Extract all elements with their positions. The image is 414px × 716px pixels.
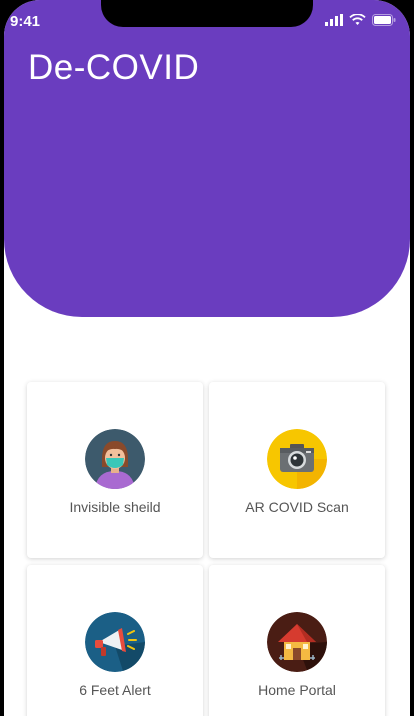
card-label: Home Portal bbox=[258, 682, 336, 698]
card-home-portal[interactable]: Home Portal bbox=[209, 565, 385, 716]
card-invisible-sheild[interactable]: Invisible sheild bbox=[27, 382, 203, 558]
card-label: AR COVID Scan bbox=[245, 499, 349, 515]
status-icons bbox=[325, 14, 396, 26]
status-time: 9:41 bbox=[10, 13, 41, 30]
signal-icon bbox=[325, 14, 343, 26]
card-label: 6 Feet Alert bbox=[79, 682, 151, 698]
battery-icon bbox=[372, 14, 396, 26]
wifi-icon bbox=[349, 14, 366, 25]
card-label: Invisible sheild bbox=[69, 499, 161, 515]
card-6-feet-alert[interactable]: 6 Feet Alert bbox=[27, 565, 203, 716]
megaphone-icon bbox=[85, 612, 145, 672]
app-title: De-COVID bbox=[28, 48, 200, 87]
camera-icon bbox=[267, 429, 327, 489]
device-notch bbox=[101, 0, 313, 27]
house-icon bbox=[267, 612, 327, 672]
card-ar-covid-scan[interactable]: AR COVID Scan bbox=[209, 382, 385, 558]
app-header: De-COVID bbox=[4, 0, 410, 317]
phone-screen: De-COVID 9:41 Invisible sheild AR COVID … bbox=[4, 0, 410, 716]
masked-person-icon bbox=[85, 429, 145, 489]
